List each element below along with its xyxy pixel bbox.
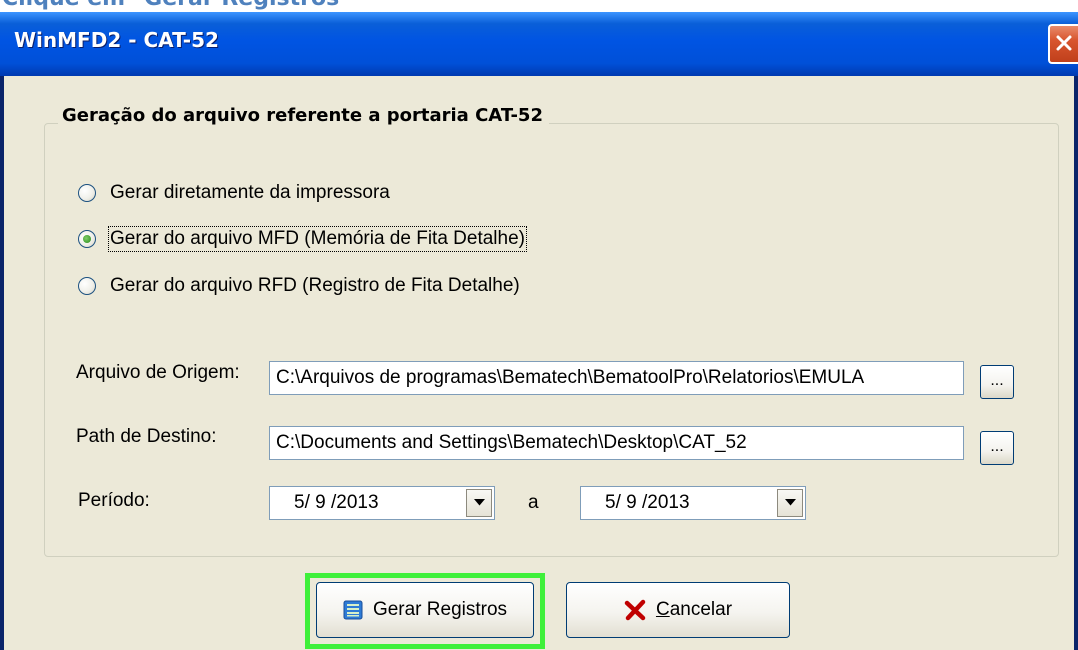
group-legend: Geração do arquivo referente a portaria … <box>58 105 549 126</box>
destino-input[interactable]: C:\Documents and Settings\Bematech\Deskt… <box>269 426 964 460</box>
periodo-start-datepicker[interactable]: 5/ 9 /2013 <box>269 486 495 520</box>
periodo-label: Período: <box>78 490 150 511</box>
gerar-registros-label: Gerar Registros <box>372 599 508 620</box>
chevron-down-icon <box>785 499 796 506</box>
window-title: WinMFD2 - CAT-52 <box>14 28 219 52</box>
radio-option-impressora[interactable]: Gerar diretamente da impressora <box>78 180 390 206</box>
radio-option-rfd[interactable]: Gerar do arquivo RFD (Registro de Fita D… <box>78 273 520 299</box>
chevron-down-icon <box>474 499 485 506</box>
radio-button-checked[interactable] <box>78 230 96 248</box>
gerar-registros-button[interactable]: Gerar Registros <box>316 582 534 638</box>
document-heading: Clique em "Gerar Registros" <box>2 0 351 11</box>
title-bar[interactable]: WinMFD2 - CAT-52 <box>0 12 1078 76</box>
radio-label: Gerar do arquivo RFD (Registro de Fita D… <box>110 275 520 296</box>
periodo-separator: a <box>528 492 539 513</box>
dialog-client-area: Geração do arquivo referente a portaria … <box>4 76 1074 650</box>
dialog-window: WinMFD2 - CAT-52 Geração do arquivo refe… <box>0 12 1078 650</box>
periodo-end-value: 5/ 9 /2013 <box>605 492 690 513</box>
dropdown-button[interactable] <box>777 489 803 517</box>
origem-label: Arquivo de Origem: <box>76 362 240 383</box>
close-button[interactable] <box>1048 24 1078 64</box>
radio-button[interactable] <box>78 184 96 202</box>
destino-browse-button[interactable]: ... <box>980 431 1014 465</box>
origem-browse-button[interactable]: ... <box>980 365 1014 399</box>
radio-option-mfd[interactable]: Gerar do arquivo MFD (Memória de Fita De… <box>78 226 527 252</box>
periodo-end-datepicker[interactable]: 5/ 9 /2013 <box>580 486 806 520</box>
origem-input[interactable]: C:\Arquivos de programas\Bematech\Bemato… <box>269 361 964 395</box>
cancelar-label: Cancelar <box>655 599 733 620</box>
radio-label: Gerar do arquivo MFD (Memória de Fita De… <box>108 226 527 252</box>
dropdown-button[interactable] <box>466 489 492 517</box>
cancelar-button[interactable]: Cancelar <box>566 582 790 638</box>
destino-label: Path de Destino: <box>76 426 217 447</box>
close-icon <box>1056 35 1072 51</box>
list-icon <box>343 600 363 620</box>
screenshot: Clique em "Gerar Registros" WinMFD2 - CA… <box>0 0 1078 650</box>
radio-button[interactable] <box>78 277 96 295</box>
periodo-start-value: 5/ 9 /2013 <box>294 492 379 513</box>
red-x-icon <box>624 599 646 621</box>
radio-label: Gerar diretamente da impressora <box>110 182 390 203</box>
